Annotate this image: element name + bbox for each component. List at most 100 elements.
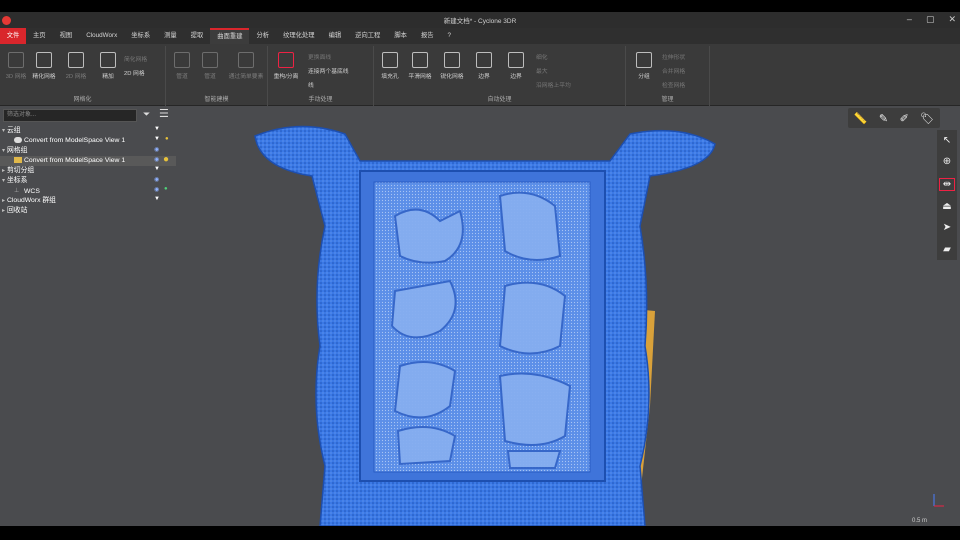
replace-edge-button[interactable]: 更换面线 xyxy=(308,52,331,61)
group-manage: 分组 拉伸形状 合并网格 检查网格 管理 xyxy=(626,46,710,106)
merge-mesh-button[interactable]: 合并网格 xyxy=(662,66,685,75)
simple-features-button[interactable]: 通过简单要素 xyxy=(226,52,266,80)
check-mesh-button[interactable]: 检查网格 xyxy=(662,80,685,89)
visibility-dot-icon[interactable]: ● xyxy=(165,136,169,142)
chevron-down-icon[interactable]: ▾ xyxy=(0,146,7,156)
reconstruct-button[interactable]: 重构/分离 xyxy=(272,52,300,80)
cloud-icon xyxy=(14,137,22,144)
pin-icon[interactable]: ▼ xyxy=(154,166,160,172)
boundary-button[interactable]: 边界 xyxy=(470,52,498,80)
ribbon-tabs: 文件 主页 视图 CloudWorx 坐标系 测量 提取 曲面重建 分析 纹理化… xyxy=(0,28,960,44)
tab-view[interactable]: 视图 xyxy=(53,28,80,44)
chevron-right-icon[interactable]: ▸ xyxy=(0,166,7,176)
pin-icon[interactable]: ▼ xyxy=(154,126,160,132)
hamburger-menu-icon[interactable]: ☰ xyxy=(159,107,169,120)
tag-icon[interactable]: 🏷 xyxy=(920,112,934,125)
group-button[interactable]: 分组 xyxy=(630,52,658,80)
fit-icon[interactable]: ⇹ xyxy=(939,177,955,191)
window-title: 新建文档* - Cyclone 3DR xyxy=(443,18,517,25)
tree-row-clip-group[interactable]: ▸ 剪切分组 xyxy=(0,166,176,176)
tree-row-cloudworx-group[interactable]: ▸ CloudWorx 群组 xyxy=(0,196,176,206)
tree-label: Convert from ModelSpace View 1 xyxy=(24,137,126,144)
group-manual: 重构/分离 更换面线 连接两个基底线 线 手动处理 xyxy=(268,46,374,106)
chevron-down-icon[interactable]: ▾ xyxy=(0,126,7,136)
tab-cloudworx[interactable]: CloudWorx xyxy=(79,28,124,44)
2d-mesh-small-button[interactable]: 2D 网格 xyxy=(124,68,145,77)
group-label-manual: 手动处理 xyxy=(308,97,333,103)
minimize-button[interactable]: – xyxy=(907,14,912,25)
refine-small-button[interactable]: 细化 xyxy=(536,52,548,61)
extrude-shape-button[interactable]: 拉伸形状 xyxy=(662,52,685,61)
tab-surface[interactable]: 曲面重建 xyxy=(210,28,250,44)
visibility-dot-icon[interactable]: ● xyxy=(163,154,169,165)
tab-texture[interactable]: 纹理化处理 xyxy=(276,28,321,44)
pin-icon[interactable]: ▼ xyxy=(154,196,160,202)
eraser-icon[interactable]: ▰ xyxy=(943,244,951,255)
chevron-down-icon[interactable]: ▾ xyxy=(0,176,7,186)
fill-holes-button[interactable]: 填充孔 xyxy=(376,52,404,80)
tree-row-recycle-bin[interactable]: ▸ 回收站 xyxy=(0,206,176,216)
maximize-button[interactable]: ▢ xyxy=(926,14,935,25)
eye-icon[interactable]: ◉ xyxy=(154,176,159,183)
tab-file[interactable]: 文件 xyxy=(0,28,26,44)
scale-label: 0.5 m xyxy=(912,518,928,524)
boundary-alt-button[interactable]: 边界 xyxy=(502,52,530,80)
2d-mesh-button[interactable]: 2D 网格 xyxy=(62,52,90,80)
tab-report[interactable]: 报告 xyxy=(414,28,441,44)
tree-label: 剪切分组 xyxy=(7,167,35,174)
crosshair-icon[interactable]: ⊕ xyxy=(943,156,951,167)
tree-row-cloud-group[interactable]: ▾ 云组 xyxy=(0,126,176,136)
tab-edit[interactable]: 编辑 xyxy=(322,28,349,44)
camera-icon[interactable]: ⏏ xyxy=(942,201,951,212)
mesh-icon xyxy=(14,157,22,164)
average-small-button[interactable]: 沿网格上平均 xyxy=(536,80,571,89)
filter-input[interactable]: 筛选对象... xyxy=(3,109,137,122)
tree-row-mesh-item[interactable]: Convert from ModelSpace View 1 xyxy=(0,156,176,166)
refine-mesh-button[interactable]: 精化网格 xyxy=(30,52,58,80)
tab-script[interactable]: 脚本 xyxy=(387,28,414,44)
simplify-mesh-button[interactable]: 简化网格 xyxy=(124,54,147,63)
tab-help[interactable]: ? xyxy=(441,28,459,44)
eye-icon[interactable]: ◉ xyxy=(154,186,159,193)
tree-label: 云组 xyxy=(7,127,21,134)
group-label-smart: 智能建模 xyxy=(204,97,229,103)
tab-home[interactable]: 主页 xyxy=(26,28,53,44)
tree-row-cloud-item[interactable]: Convert from ModelSpace View 1 xyxy=(0,136,176,146)
ruler-icon[interactable]: 📏 xyxy=(854,112,868,125)
tab-measure[interactable]: 测量 xyxy=(157,28,184,44)
chevron-right-icon[interactable]: ▸ xyxy=(0,196,7,206)
line-button[interactable]: 线 xyxy=(308,80,314,89)
pin-icon[interactable]: ▼ xyxy=(154,136,160,142)
tree-row-mesh-group[interactable]: ▾ 网格组 xyxy=(0,146,176,156)
cursor-icon[interactable]: ↖ xyxy=(943,135,951,146)
eye-icon[interactable]: ◉ xyxy=(154,156,159,163)
measure-toolbar: 📏 ✎ ✐ 🏷 xyxy=(848,108,940,128)
refine-button[interactable]: 精加 xyxy=(94,52,122,80)
letterbox-top xyxy=(0,0,960,12)
pipe-alt-button[interactable]: 管道 xyxy=(196,52,224,80)
tab-analysis[interactable]: 分析 xyxy=(249,28,276,44)
connect-lines-button[interactable]: 连接两个基底线 xyxy=(308,66,349,75)
axis-indicator xyxy=(933,494,944,507)
tab-extract[interactable]: 提取 xyxy=(184,28,211,44)
smooth-mesh-button[interactable]: 平滑网格 xyxy=(406,52,434,80)
group-auto: 填充孔 平滑网格 锐化网格 边界 边界 细化 最大 沿网格上平均 自动处理 xyxy=(374,46,626,106)
filter-icon[interactable]: ⏷ xyxy=(143,109,150,120)
chevron-right-icon[interactable]: ▸ xyxy=(0,206,7,216)
tab-reverse[interactable]: 逆向工程 xyxy=(348,28,387,44)
measure-alt-icon[interactable]: ✐ xyxy=(900,112,909,125)
3d-mesh-button[interactable]: 3D 网格 xyxy=(2,52,30,80)
tab-coordinate[interactable]: 坐标系 xyxy=(124,28,157,44)
tree-row-wcs[interactable]: ⊥ WCS xyxy=(0,186,176,196)
send-icon[interactable]: ➤ xyxy=(943,222,951,233)
eye-icon[interactable]: ◉ xyxy=(154,146,159,153)
measure-icon[interactable]: ✎ xyxy=(879,112,888,125)
tree-label: 网格组 xyxy=(7,147,28,154)
pipe-button[interactable]: 管道 xyxy=(168,52,196,80)
tree-row-coord-group[interactable]: ▾ 坐标系 xyxy=(0,176,176,186)
max-small-button[interactable]: 最大 xyxy=(536,66,548,75)
view-tools: ↖ ⊕ ⇹ ⏏ ➤ ▰ xyxy=(937,130,957,260)
sharpen-mesh-button[interactable]: 锐化网格 xyxy=(438,52,466,80)
group-smart-modeling: 管道 管道 通过简单要素 智能建模 xyxy=(166,46,268,106)
close-button[interactable]: ✕ xyxy=(948,14,956,25)
